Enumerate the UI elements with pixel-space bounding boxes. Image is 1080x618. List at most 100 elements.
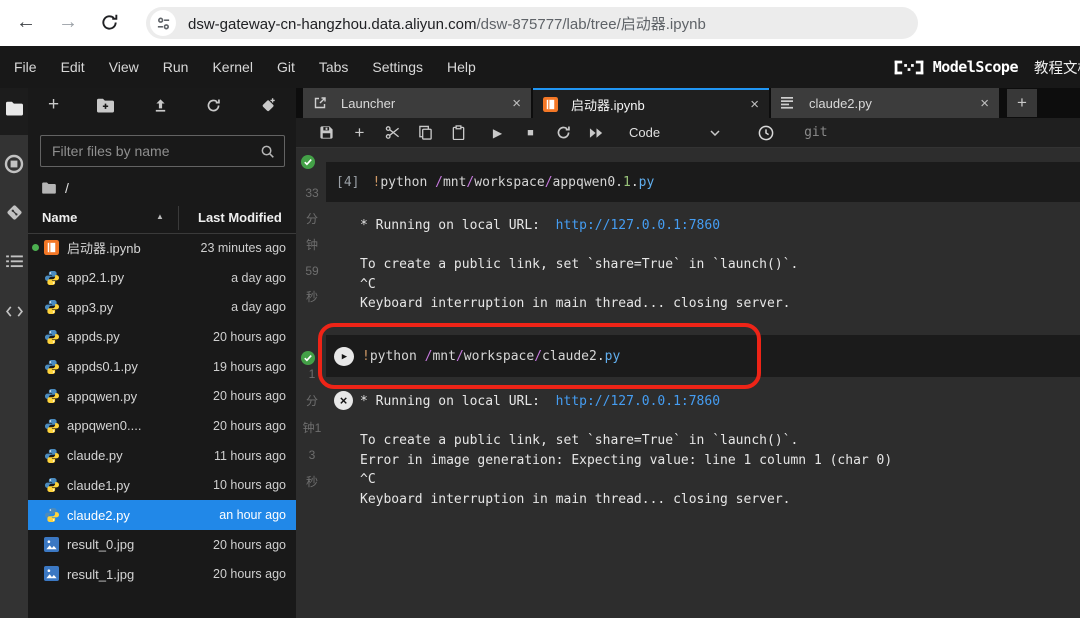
refresh-icon[interactable] xyxy=(206,98,221,113)
home-folder-icon[interactable] xyxy=(42,182,56,194)
menu-items: File Edit View Run Kernel Git Tabs Settings Help xyxy=(0,59,488,75)
output-url-link[interactable]: http://127.0.0.1:7860 xyxy=(556,218,720,233)
paste-cells-icon[interactable] xyxy=(450,124,467,141)
new-tab-button[interactable]: + xyxy=(1007,89,1037,117)
file-type-icon xyxy=(44,329,60,345)
browser-forward-icon[interactable]: → xyxy=(58,10,78,34)
output-line: Error in image generation: Expecting val… xyxy=(360,452,893,468)
menu-kernel[interactable]: Kernel xyxy=(200,59,264,75)
breadcrumb[interactable]: / xyxy=(42,178,69,198)
git-toolbar-label[interactable]: git xyxy=(804,125,827,140)
save-icon[interactable] xyxy=(318,124,335,141)
column-divider xyxy=(178,206,179,230)
browser-reload-icon[interactable] xyxy=(100,13,119,32)
new-folder-icon[interactable] xyxy=(97,98,115,113)
file-row-app3.py[interactable]: app3.py a day ago xyxy=(28,292,296,322)
running-sessions-icon[interactable] xyxy=(0,154,28,174)
menu-file[interactable]: File xyxy=(2,59,49,75)
output-line: * Running on local URL: http://127.0.0.1… xyxy=(360,218,721,233)
cell2-output: * Running on local URL: http://127.0.0.1… xyxy=(360,392,892,509)
filter-files-input[interactable] xyxy=(41,143,260,159)
tab-icon xyxy=(313,96,327,110)
column-name[interactable]: Name xyxy=(42,210,77,225)
site-settings-icon[interactable] xyxy=(150,10,176,36)
cell2-run-button-icon[interactable]: ▶ xyxy=(334,347,354,366)
output-line: * Running on local URL: http://127.0.0.1… xyxy=(360,394,721,409)
file-name: result_1.jpg xyxy=(67,566,135,582)
cell1-success-check-icon xyxy=(301,155,315,169)
address-bar[interactable]: dsw-gateway-cn-hangzhou.data.aliyun.com/… xyxy=(146,7,918,39)
chevron-down-icon[interactable] xyxy=(706,124,723,141)
cell1-code-input[interactable]: [4] !python /mnt/workspace/appqwen0.1.py xyxy=(326,162,1080,202)
left-activity-bar xyxy=(0,88,28,618)
cell-type-dropdown[interactable]: Code xyxy=(629,125,660,140)
file-row-appds0.1.py[interactable]: appds0.1.py 19 hours ago xyxy=(28,352,296,382)
git-icon[interactable] xyxy=(0,203,28,222)
cell1-execution-count: [4] xyxy=(336,174,360,190)
file-row-claude2.py[interactable]: claude2.py an hour ago xyxy=(28,500,296,530)
menu-bar: File Edit View Run Kernel Git Tabs Settings Help… xyxy=(0,46,1080,88)
file-row-claude1.py[interactable]: claude1.py 10 hours ago xyxy=(28,471,296,501)
git-clone-icon[interactable] xyxy=(259,97,276,114)
restart-kernel-icon[interactable] xyxy=(555,124,572,141)
tab-close-icon[interactable]: × xyxy=(980,96,989,111)
cut-cells-icon[interactable] xyxy=(384,124,401,141)
file-browser-icon[interactable] xyxy=(0,101,28,116)
upload-icon[interactable] xyxy=(153,98,168,113)
url-text: dsw-gateway-cn-hangzhou.data.aliyun.com/… xyxy=(188,13,706,34)
file-list-header: Name ▲ Last Modified xyxy=(28,203,296,234)
column-last-modified[interactable]: Last Modified xyxy=(198,210,282,225)
new-launcher-button[interactable]: + xyxy=(48,95,59,114)
interrupt-kernel-icon[interactable]: ■ xyxy=(522,124,539,141)
file-type-icon xyxy=(44,299,60,315)
menu-edit[interactable]: Edit xyxy=(49,59,97,75)
tab-close-icon[interactable]: × xyxy=(750,97,759,112)
table-of-contents-icon[interactable] xyxy=(0,255,28,268)
menu-view[interactable]: View xyxy=(97,59,151,75)
file-row-claude.py[interactable]: claude.py 11 hours ago xyxy=(28,441,296,471)
file-row-appds.py[interactable]: appds.py 20 hours ago xyxy=(28,322,296,352)
add-cell-icon[interactable]: + xyxy=(351,123,368,142)
restart-and-run-all-icon[interactable] xyxy=(588,124,605,141)
file-row-启动器.ipynb[interactable]: 启动器.ipynb 23 minutes ago xyxy=(28,233,296,263)
tab-close-icon[interactable]: × xyxy=(512,96,521,111)
filter-files-box xyxy=(40,135,285,167)
sort-ascending-icon[interactable]: ▲ xyxy=(156,212,164,221)
menu-tabs[interactable]: Tabs xyxy=(307,59,361,75)
file-name: app2.1.py xyxy=(67,270,125,286)
search-icon[interactable] xyxy=(260,144,275,159)
run-cell-icon[interactable]: ▶ xyxy=(489,124,506,141)
cell2-interrupt-icon[interactable]: × xyxy=(334,391,353,410)
tab-claude2.py[interactable]: claude2.py × xyxy=(771,88,999,118)
main-dock-panel: Launcher × 启动器.ipynb × claude2.py × + + … xyxy=(296,88,1080,618)
tab-icon xyxy=(781,96,795,110)
tab-icon xyxy=(543,97,558,112)
file-row-appqwen0....[interactable]: appqwen0.... 20 hours ago xyxy=(28,411,296,441)
history-clock-icon[interactable] xyxy=(757,124,774,141)
tab-启动器.ipynb[interactable]: 启动器.ipynb × xyxy=(533,88,769,118)
file-type-icon xyxy=(44,477,60,493)
file-row-result_1.jpg[interactable]: result_1.jpg 20 hours ago xyxy=(28,560,296,590)
output-url-link[interactable]: http://127.0.0.1:7860 xyxy=(556,394,720,409)
file-row-appqwen.py[interactable]: appqwen.py 20 hours ago xyxy=(28,381,296,411)
output-line: ^C xyxy=(360,472,376,487)
menu-help[interactable]: Help xyxy=(435,59,488,75)
menu-settings[interactable]: Settings xyxy=(360,59,435,75)
menu-git[interactable]: Git xyxy=(265,59,307,75)
tab-label: claude2.py xyxy=(809,95,872,111)
file-type-icon xyxy=(44,388,60,404)
docs-link[interactable]: 教程文档 xyxy=(1034,57,1080,78)
menu-run[interactable]: Run xyxy=(151,59,201,75)
code-snippets-icon[interactable] xyxy=(0,305,28,318)
cell2-code-input[interactable]: ▶ !python /mnt/workspace/claude2.py xyxy=(326,335,1080,377)
copy-cells-icon[interactable] xyxy=(417,124,434,141)
browser-back-icon[interactable]: ← xyxy=(16,10,36,34)
tab-Launcher[interactable]: Launcher × xyxy=(303,88,531,118)
file-row-app2.1.py[interactable]: app2.1.py a day ago xyxy=(28,263,296,293)
breadcrumb-root[interactable]: / xyxy=(65,180,69,196)
file-name: appds.py xyxy=(67,329,120,345)
file-row-result_0.jpg[interactable]: result_0.jpg 20 hours ago xyxy=(28,530,296,560)
url-domain: dsw-gateway-cn-hangzhou.data.aliyun.com xyxy=(188,15,477,33)
